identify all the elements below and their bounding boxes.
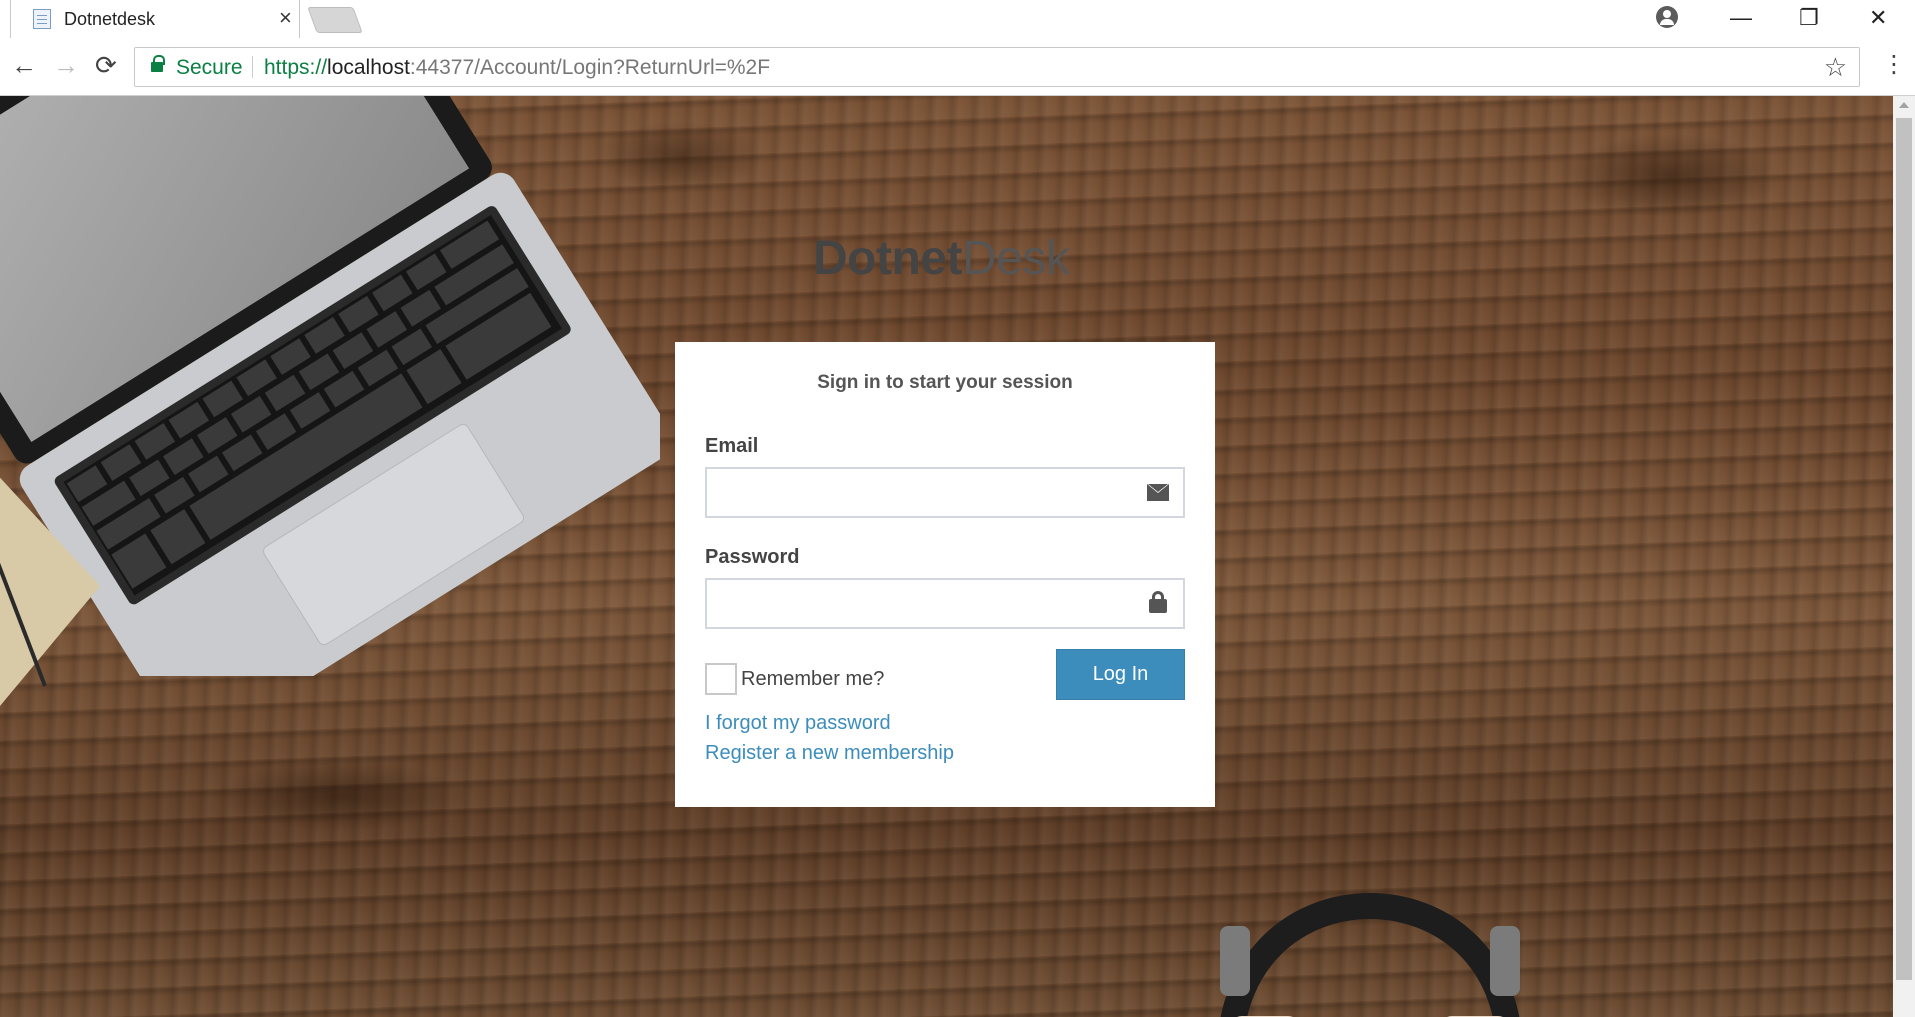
notebook-background-image [0, 477, 100, 706]
password-label: Password [705, 546, 800, 568]
omnibox-divider [252, 56, 253, 78]
forward-icon[interactable]: → [53, 50, 79, 80]
scrollbar-thumb[interactable] [1896, 118, 1912, 980]
browser-tab-strip: Dotnetdesk × — ❐ ✕ [0, 0, 1915, 38]
login-button[interactable]: Log In [1056, 649, 1185, 700]
url-scheme: https:// [264, 56, 328, 79]
restore-icon[interactable]: ❐ [1799, 4, 1819, 32]
browser-toolbar: ← → ⟳ Secure https://localhost:44377/Acc… [0, 38, 1915, 96]
tab-title: Dotnetdesk [64, 9, 156, 29]
url-host: localhost [327, 56, 410, 79]
password-field-wrapper [705, 578, 1185, 629]
remember-me-checkbox[interactable] [705, 663, 737, 695]
email-label: Email [705, 435, 759, 457]
headphones-background-image [1220, 893, 1520, 1017]
page-favicon-icon [33, 9, 51, 29]
page-viewport: DotnetDesk Sign in to start your session… [0, 96, 1893, 1017]
envelope-icon [1147, 484, 1169, 501]
brand-bold: Dotnet [813, 232, 962, 285]
brand-light: Desk [961, 232, 1070, 285]
page-scrollbar[interactable] [1893, 96, 1915, 1017]
lock-icon [1149, 591, 1167, 613]
email-field-wrapper [705, 467, 1185, 518]
address-bar[interactable]: Secure https://localhost:44377/Account/L… [134, 47, 1860, 87]
url-text[interactable]: https://localhost:44377/Account/Login?Re… [264, 56, 770, 80]
minimize-icon[interactable]: — [1730, 4, 1752, 32]
browser-menu-icon[interactable]: ⋮ [1882, 51, 1906, 79]
remember-me: Remember me? [705, 663, 884, 695]
secure-lock-icon [151, 55, 165, 72]
remember-me-label[interactable]: Remember me? [741, 668, 884, 691]
reload-icon[interactable]: ⟳ [95, 50, 117, 80]
new-tab-button[interactable] [307, 7, 363, 33]
secure-label[interactable]: Secure [176, 56, 243, 80]
browser-tab[interactable]: Dotnetdesk × [10, 0, 300, 38]
brand-logo-text[interactable]: DotnetDesk [813, 231, 1070, 286]
bookmark-star-icon[interactable]: ☆ [1824, 51, 1847, 83]
scroll-up-icon[interactable] [1899, 102, 1909, 108]
back-icon[interactable]: ← [11, 50, 37, 80]
login-box-message: Sign in to start your session [817, 372, 1073, 393]
password-field[interactable] [707, 580, 1183, 627]
register-link[interactable]: Register a new membership [705, 742, 954, 765]
window-close-icon[interactable]: ✕ [1869, 4, 1887, 32]
forgot-password-link[interactable]: I forgot my password [705, 712, 891, 735]
url-path: :44377/Account/Login?ReturnUrl=%2F [409, 56, 771, 79]
profile-icon[interactable] [1656, 6, 1678, 28]
email-field[interactable] [707, 469, 1183, 516]
login-box: Sign in to start your session Email Pass… [675, 342, 1215, 807]
tab-close-icon[interactable]: × [279, 6, 292, 30]
